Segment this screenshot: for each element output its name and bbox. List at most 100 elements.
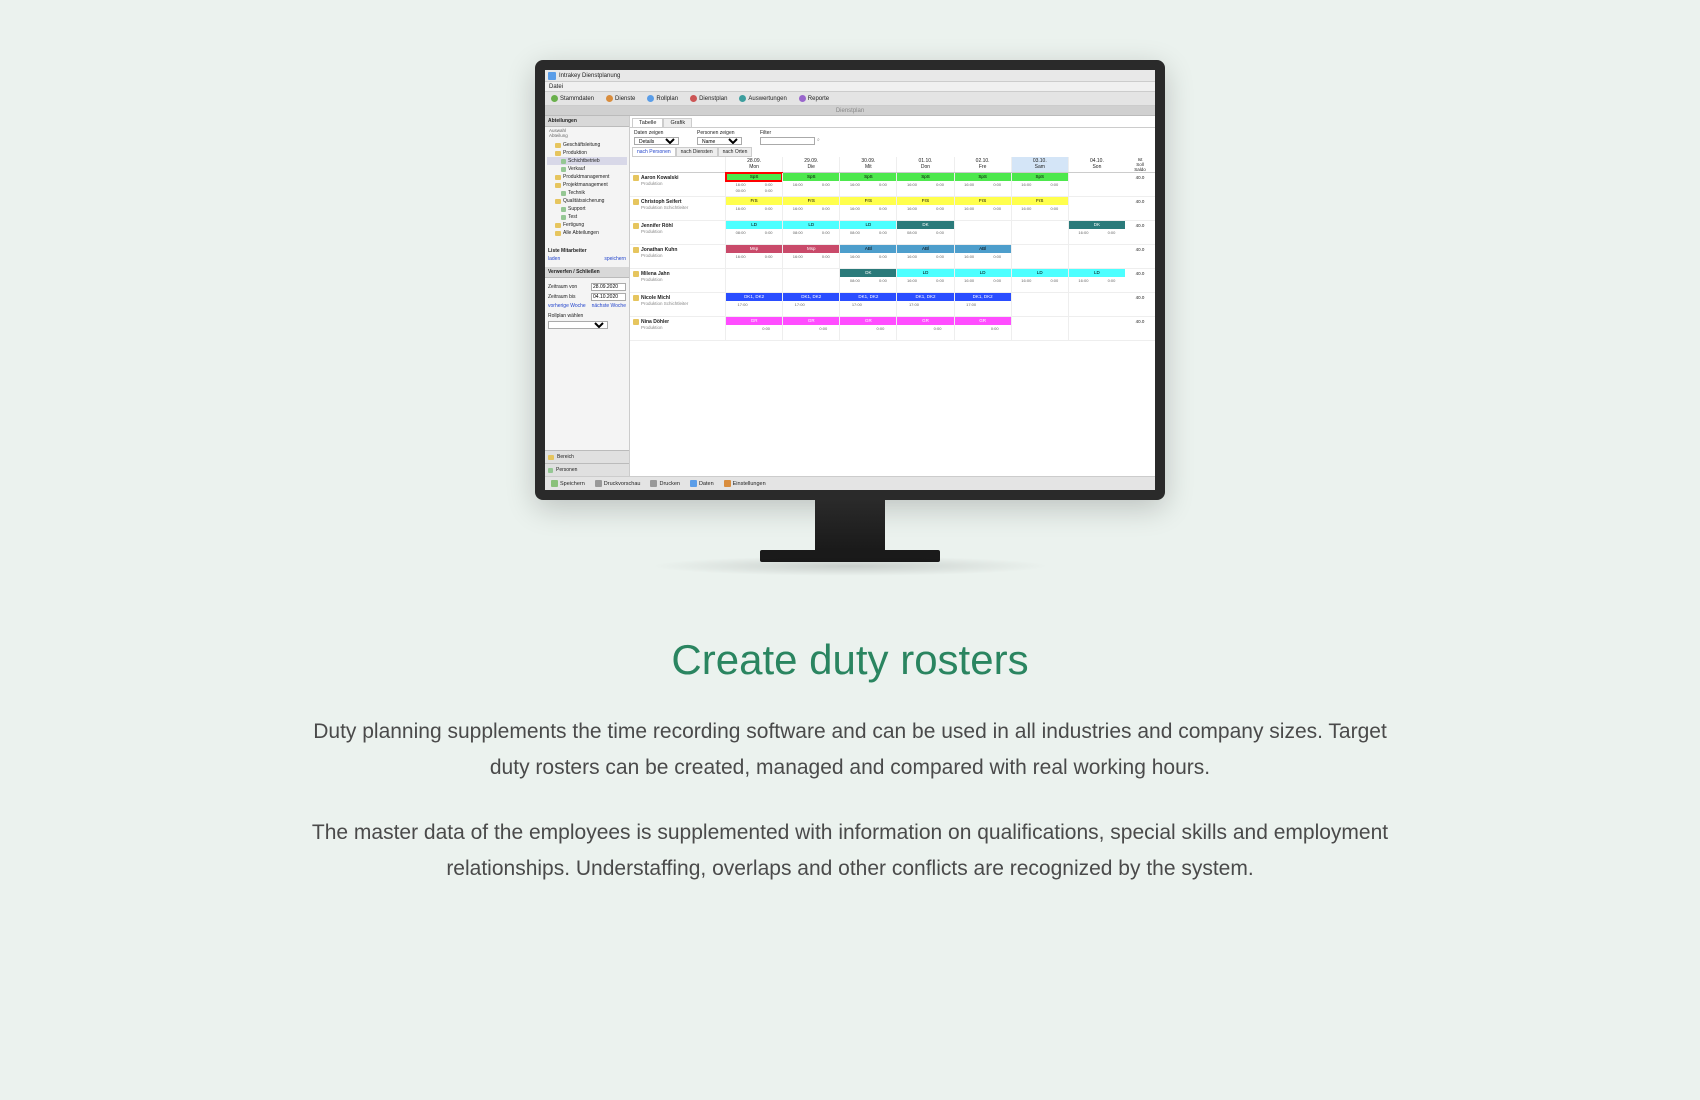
btn-drucken[interactable]: Drucken <box>650 480 679 487</box>
shift-cell[interactable]: FrS16:000:00 <box>725 197 782 220</box>
shift-block[interactable]: LD <box>1012 269 1068 277</box>
btn-speichern[interactable]: Speichern <box>551 480 585 487</box>
shift-block[interactable]: DK1, DK2 <box>783 293 839 301</box>
shift-cell[interactable] <box>1011 245 1068 268</box>
shift-cell[interactable]: LD16:000:00 <box>1068 269 1125 292</box>
shift-cell[interactable]: ABl16:000:00 <box>954 245 1011 268</box>
toolbar-rollplan[interactable]: Rollplan <box>647 95 678 102</box>
subtab-diensten[interactable]: nach Diensten <box>676 147 718 157</box>
toolbar-stammdaten[interactable]: Stammdaten <box>551 95 594 102</box>
search-icon[interactable]: ⌕ <box>817 137 820 145</box>
btn-einstellungen[interactable]: Einstellungen <box>724 480 766 487</box>
shift-cell[interactable]: FrS16:000:00 <box>782 197 839 220</box>
shift-cell[interactable]: GR0:00 <box>782 317 839 340</box>
shift-block[interactable]: SpS <box>897 173 953 181</box>
menu-file[interactable]: Datei <box>549 84 563 90</box>
shift-cell[interactable]: LD16:000:00 <box>954 269 1011 292</box>
btn-daten[interactable]: Daten <box>690 480 714 487</box>
shift-block[interactable]: SpS <box>783 173 839 181</box>
shift-cell[interactable]: DK1, DK217:00 <box>896 293 953 316</box>
shift-block[interactable]: LD <box>840 221 896 229</box>
shift-cell[interactable]: Msp16:000:00 <box>725 245 782 268</box>
date-to-input[interactable] <box>591 293 626 301</box>
shift-block[interactable]: FrS <box>1012 197 1068 205</box>
shift-block[interactable]: LD <box>897 269 953 277</box>
tree-node[interactable]: Produktmanagement <box>547 173 627 181</box>
shift-block[interactable]: SpS <box>1012 173 1068 181</box>
shift-cell[interactable]: DK1, DK217:00 <box>954 293 1011 316</box>
shift-cell[interactable]: DK08:000:00 <box>839 269 896 292</box>
shift-block[interactable]: FrS <box>783 197 839 205</box>
shift-cell[interactable]: SpS16:000:00 <box>896 173 953 196</box>
shift-cell[interactable]: LD08:000:00 <box>782 221 839 244</box>
date-from-input[interactable] <box>591 283 626 291</box>
shift-cell[interactable]: LD16:000:00 <box>896 269 953 292</box>
shift-block[interactable]: GR <box>840 317 896 325</box>
shift-block[interactable]: Msp <box>783 245 839 253</box>
shift-cell[interactable]: ABl16:000:00 <box>896 245 953 268</box>
tree-node[interactable]: Fertigung <box>547 221 627 229</box>
toolbar-reporte[interactable]: Reporte <box>799 95 829 102</box>
shift-cell[interactable]: DK1, DK217:00 <box>782 293 839 316</box>
shift-block[interactable]: DK <box>897 221 953 229</box>
shift-block[interactable]: LD <box>955 269 1011 277</box>
shift-cell[interactable]: FrS16:000:00 <box>954 197 1011 220</box>
shift-cell[interactable]: GR0:00 <box>896 317 953 340</box>
shift-block[interactable]: LD <box>1069 269 1125 277</box>
shift-cell[interactable]: DK1, DK217:00 <box>725 293 782 316</box>
shift-cell[interactable]: SpS16:000:00 <box>839 173 896 196</box>
shift-block[interactable]: ABl <box>897 245 953 253</box>
shift-cell[interactable]: LD16:000:00 <box>1011 269 1068 292</box>
tree-node[interactable]: Produktion <box>547 149 627 157</box>
toolbar-dienste[interactable]: Dienste <box>606 95 635 102</box>
shift-cell[interactable]: SpS16:000:00 <box>954 173 1011 196</box>
shift-block[interactable]: DK1, DK2 <box>955 293 1011 301</box>
shift-cell[interactable] <box>1068 173 1125 196</box>
tab-grafik[interactable]: Grafik <box>663 118 692 127</box>
tree-node[interactable]: Qualitätssicherung <box>547 197 627 205</box>
link-prev-week[interactable]: vorherige Woche <box>548 303 586 309</box>
shift-cell[interactable] <box>725 269 782 292</box>
shift-block[interactable]: SpS <box>955 173 1011 181</box>
tree-node[interactable]: Verkauf <box>547 165 627 173</box>
shift-block[interactable]: LD <box>783 221 839 229</box>
rollplan-select[interactable] <box>548 321 608 329</box>
shift-cell[interactable] <box>1011 221 1068 244</box>
tab-tabelle[interactable]: Tabelle <box>632 118 663 127</box>
link-load[interactable]: laden <box>548 256 560 262</box>
shift-cell[interactable]: ABl16:000:00 <box>839 245 896 268</box>
shift-cell[interactable] <box>782 269 839 292</box>
filter-person-select[interactable]: Name <box>697 137 742 145</box>
subtab-orten[interactable]: nach Orten <box>718 147 753 157</box>
tree-node[interactable]: Technik <box>547 189 627 197</box>
shift-cell[interactable]: DK08:000:00 <box>896 221 953 244</box>
tree-node[interactable]: Projektmanagement <box>547 181 627 189</box>
shift-block[interactable]: FrS <box>897 197 953 205</box>
shift-cell[interactable]: GR0:00 <box>954 317 1011 340</box>
shift-cell[interactable] <box>954 221 1011 244</box>
shift-cell[interactable]: LD08:000:00 <box>839 221 896 244</box>
shift-block[interactable]: Msp <box>726 245 782 253</box>
sidebar-nav-personen[interactable]: Personen <box>545 463 629 476</box>
shift-block[interactable]: GR <box>897 317 953 325</box>
shift-cell[interactable] <box>1068 245 1125 268</box>
shift-block[interactable]: SpS <box>840 173 896 181</box>
shift-block[interactable]: GR <box>955 317 1011 325</box>
menubar[interactable]: Datei <box>545 82 1155 92</box>
shift-cell[interactable] <box>1011 317 1068 340</box>
tree-node[interactable]: Support <box>547 205 627 213</box>
shift-block[interactable]: FrS <box>840 197 896 205</box>
toolbar-auswertungen[interactable]: Auswertungen <box>739 95 786 102</box>
subtab-personen[interactable]: nach Personen <box>632 147 676 157</box>
tree-node[interactable]: Geschäftsleitung <box>547 141 627 149</box>
shift-block[interactable]: FrS <box>726 197 782 205</box>
shift-block[interactable]: FrS <box>955 197 1011 205</box>
shift-block[interactable]: DK1, DK2 <box>726 293 782 301</box>
shift-cell[interactable] <box>1068 317 1125 340</box>
shift-cell[interactable]: SpS16:000:00 <box>1011 173 1068 196</box>
shift-block[interactable]: LD <box>726 221 782 229</box>
link-save[interactable]: speichern <box>604 256 626 262</box>
tree-node-selected[interactable]: Schichtbetrieb <box>547 157 627 165</box>
shift-block[interactable]: SpS <box>726 173 782 181</box>
sidebar-nav-bereich[interactable]: Bereich <box>545 450 629 463</box>
